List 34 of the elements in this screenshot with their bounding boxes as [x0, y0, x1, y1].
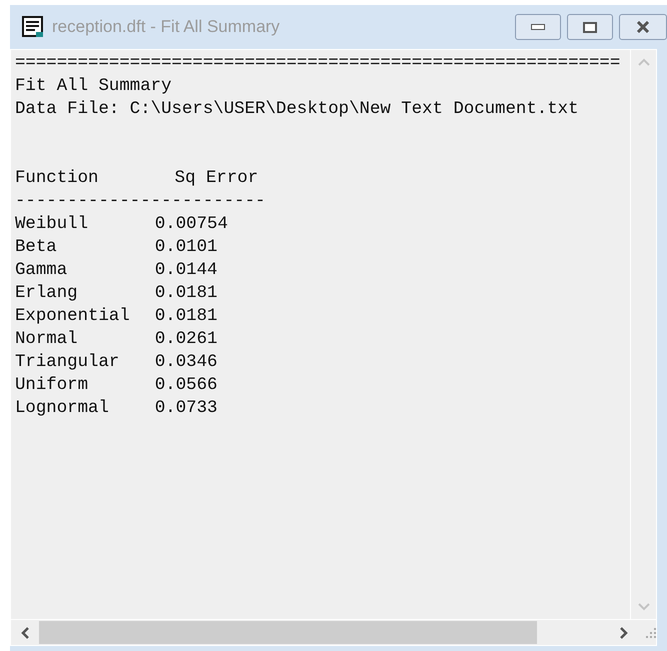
- table-cell-text: 0.0181: [154, 306, 218, 328]
- scrollbar-thumb[interactable]: [39, 621, 537, 644]
- maximize-button[interactable]: [567, 14, 613, 40]
- report-icon: [22, 16, 44, 38]
- table-cell-text: Lognormal: [15, 398, 109, 420]
- table-cell-text: 0.0733: [154, 398, 218, 420]
- report-title: Fit All Summary: [15, 77, 172, 96]
- separator-line: ------------------------: [15, 192, 266, 211]
- table-cell-text: 0.0346: [154, 352, 218, 374]
- table-cell-text: Erlang: [15, 283, 78, 305]
- column-header: Function: [15, 168, 98, 190]
- close-icon: [635, 21, 651, 33]
- table-cell-text: 0.0261: [154, 329, 218, 351]
- table-cell-text: 0.0181: [154, 283, 218, 305]
- table-cell-text: 0.0101: [154, 237, 218, 259]
- table-cell-text: 0.00754: [154, 214, 228, 236]
- table-cell-text: Triangular: [15, 352, 120, 374]
- close-button[interactable]: [619, 14, 667, 40]
- table-cell-text: 0.0566: [154, 375, 218, 397]
- table-cell-text: Uniform: [15, 375, 88, 397]
- window-title: reception.dft - Fit All Summary: [52, 16, 280, 38]
- minimize-button[interactable]: [515, 14, 561, 40]
- rule-line: ==========================================================: [15, 54, 620, 73]
- column-header: Sq Error: [174, 168, 258, 190]
- resize-grip-icon[interactable]: [646, 628, 656, 638]
- table-cell-text: Normal: [15, 329, 78, 351]
- scroll-right-icon[interactable]: [620, 626, 628, 638]
- table-cell-text: Beta: [15, 237, 57, 259]
- table-cell-text: Gamma: [15, 260, 68, 282]
- table-cell-text: Weibull: [15, 214, 88, 236]
- table-cell-text: Exponential: [15, 306, 130, 328]
- table-cell-text: 0.0144: [154, 260, 218, 282]
- scroll-left-icon[interactable]: [21, 626, 29, 638]
- data-file-path: Data File: C:\Users\USER\Desktop\New Text Document.txt: [15, 100, 579, 119]
